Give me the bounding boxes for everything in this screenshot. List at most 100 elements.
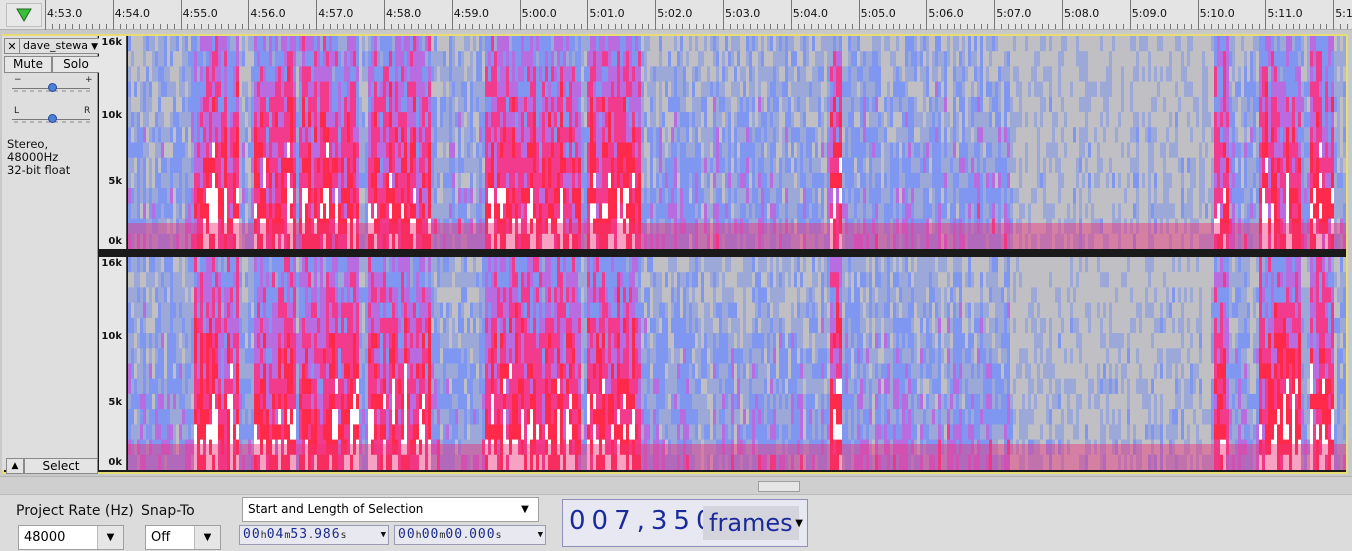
spectrogram-cell bbox=[380, 51, 383, 67]
spectrogram-cell bbox=[767, 188, 770, 204]
spectrogram-cell bbox=[1118, 142, 1121, 159]
spectrogram-cell bbox=[866, 188, 869, 204]
spectrogram-cell bbox=[755, 81, 758, 98]
spectrogram-cell bbox=[899, 112, 902, 128]
spectrogram-cell bbox=[680, 188, 683, 204]
spectrogram-cell bbox=[305, 112, 308, 128]
ruler-minor-tick bbox=[1068, 24, 1070, 29]
spectrogram-cell bbox=[392, 96, 395, 113]
spectrogram-cell bbox=[752, 112, 755, 128]
mute-button[interactable]: Mute bbox=[4, 56, 52, 73]
collapse-track-button[interactable]: ▲ bbox=[6, 458, 24, 474]
spectrogram-cell bbox=[152, 112, 155, 128]
spectrogram-cell bbox=[794, 142, 797, 159]
spectrogram-cell bbox=[881, 188, 884, 204]
spectrogram-cell bbox=[710, 66, 713, 83]
spectrogram-cell bbox=[365, 96, 368, 113]
timeline-ruler[interactable]: 4:53.0 4:54.0 4:55.0 4:56.0 4:57.0 4:58.0 4:59… bbox=[0, 0, 1352, 30]
gain-slider[interactable] bbox=[12, 81, 92, 95]
spectrogram-cell bbox=[1139, 188, 1142, 204]
spectrogram-left-channel[interactable] bbox=[128, 36, 1346, 249]
spectrogram-cell bbox=[878, 81, 881, 98]
spectrogram-cell bbox=[311, 172, 314, 189]
spectrogram-cell bbox=[563, 66, 566, 83]
spectrogram-cell bbox=[434, 203, 437, 220]
spectrogram-cell bbox=[842, 157, 845, 174]
spectrogram-cell bbox=[872, 188, 875, 204]
spectrogram-cell bbox=[692, 51, 695, 67]
spectrogram-cell bbox=[443, 127, 446, 143]
spectrogram-cell bbox=[290, 172, 293, 189]
close-track-button[interactable]: ✕ bbox=[4, 38, 20, 54]
spectrogram-cell bbox=[671, 96, 674, 113]
spectrogram-cell bbox=[407, 112, 410, 128]
select-track-button[interactable]: Select bbox=[24, 458, 98, 474]
spectrogram-cell bbox=[722, 188, 725, 204]
spectrogram-cell bbox=[263, 127, 266, 143]
gain-slider-knob[interactable] bbox=[48, 83, 57, 92]
spectrogram-cell bbox=[437, 96, 440, 113]
spectrogram-cell bbox=[1067, 172, 1070, 189]
spectrogram-cell bbox=[812, 81, 815, 98]
spectrogram-cell bbox=[527, 127, 530, 143]
spectrogram-cell bbox=[197, 81, 200, 98]
spectrogram-cell bbox=[938, 172, 941, 189]
spectrogram-cell bbox=[512, 172, 515, 189]
spectrogram-cell bbox=[665, 66, 668, 83]
spectrogram-cell bbox=[518, 81, 521, 98]
spectrogram-cell bbox=[1043, 36, 1046, 52]
spectrogram-cell bbox=[1055, 142, 1058, 159]
spectrogram-cell bbox=[389, 157, 392, 174]
spectrogram-cell bbox=[779, 172, 782, 189]
spectrogram-cell bbox=[224, 142, 227, 159]
spectrogram-cell bbox=[653, 36, 656, 52]
spectrogram-cell bbox=[695, 96, 698, 113]
spectrogram-cell bbox=[386, 81, 389, 98]
spectrogram-cell bbox=[1082, 81, 1085, 98]
spectrogram-cell bbox=[482, 36, 485, 52]
spectrogram-cell bbox=[575, 157, 578, 174]
spectrogram-cell bbox=[629, 112, 632, 128]
spectrogram-cell bbox=[1007, 81, 1010, 98]
spectrogram-cell bbox=[989, 66, 992, 83]
spectrogram-cell bbox=[599, 36, 602, 52]
spectrogram-cell bbox=[716, 203, 719, 220]
spectrogram-cell bbox=[506, 36, 509, 52]
ruler-minor-tick bbox=[580, 24, 582, 29]
spectrogram-cell bbox=[143, 112, 146, 128]
spectrogram-cell bbox=[146, 51, 149, 67]
spectrogram-cell bbox=[1082, 172, 1085, 189]
spectrogram-cell bbox=[1139, 172, 1142, 189]
spectrogram-cell bbox=[542, 188, 545, 204]
spectrogram-cell bbox=[713, 36, 716, 52]
spectrogram-cell bbox=[1025, 96, 1028, 113]
spectrogram-cell bbox=[224, 96, 227, 113]
spectrogram-cell bbox=[608, 127, 611, 143]
track-name-menu[interactable]: dave_stewa ▼ bbox=[20, 38, 100, 54]
spectrogram-cell bbox=[236, 96, 239, 113]
spectrogram-cell bbox=[344, 188, 347, 204]
spectrogram-cell bbox=[692, 81, 695, 98]
ruler-minor-tick bbox=[824, 24, 826, 29]
pan-slider[interactable] bbox=[12, 112, 92, 126]
spectrogram-cell bbox=[506, 51, 509, 67]
spectrogram-cell bbox=[734, 203, 737, 220]
spectrogram-cell bbox=[449, 172, 452, 189]
spectrogram-cell bbox=[236, 188, 239, 204]
spectrogram-cell bbox=[740, 96, 743, 113]
spectrogram-cell bbox=[677, 203, 680, 220]
spectrogram-cell bbox=[791, 188, 794, 204]
spectrogram-cell bbox=[578, 127, 581, 143]
spectrogram-cell bbox=[740, 188, 743, 204]
spectrogram-cell bbox=[437, 172, 440, 189]
pan-slider-knob[interactable] bbox=[48, 114, 57, 123]
spectrogram-cell bbox=[734, 36, 737, 52]
spectrogram-cell bbox=[581, 142, 584, 159]
spectrogram-cell bbox=[1109, 36, 1112, 52]
spectrogram-cell bbox=[707, 188, 710, 204]
solo-button[interactable]: Solo bbox=[52, 56, 100, 73]
freq-label: 5k bbox=[108, 176, 122, 187]
spectrogram-cell bbox=[506, 81, 509, 98]
spectrogram-cell bbox=[548, 36, 551, 52]
spectrogram-cell bbox=[776, 188, 779, 204]
